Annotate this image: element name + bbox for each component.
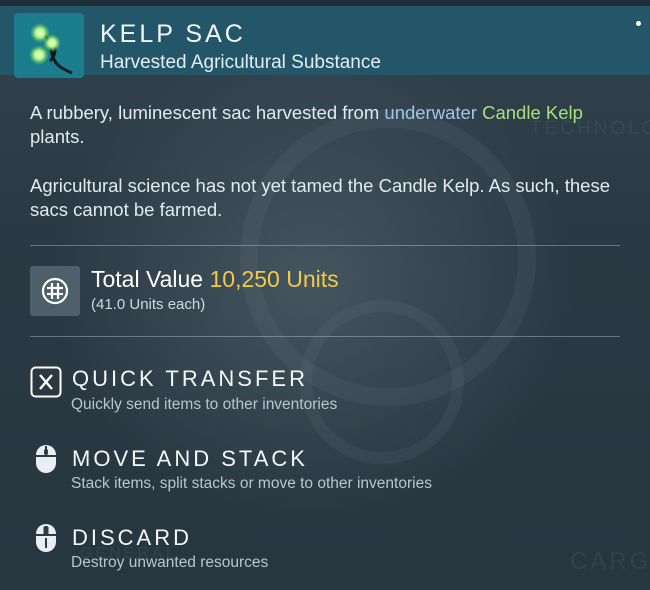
item-description: A rubbery, luminescent sac harvested fro…	[30, 101, 630, 149]
description-text-end: plants.	[30, 126, 85, 147]
description-highlight-candle-kelp: Candle Kelp	[482, 102, 583, 123]
background-ring-small	[300, 300, 464, 464]
description-text: A rubbery, luminescent sac harvested fro…	[30, 102, 385, 123]
total-value: Total Value 10,250 Units	[91, 266, 339, 293]
divider	[30, 336, 620, 337]
mouse-icon	[30, 443, 62, 475]
item-header: KELP SAC Harvested Agricultural Substanc…	[0, 6, 650, 78]
total-value-label: Total Value	[91, 266, 204, 292]
mouse-hold-icon	[30, 522, 62, 554]
background-label-cargo: CARGO	[570, 548, 650, 575]
move-and-stack-description: Stack items, split stacks or move to oth…	[71, 475, 432, 492]
discard-action[interactable]: DISCARD	[72, 525, 192, 551]
units-icon	[30, 266, 80, 316]
item-description-note: Agricultural science has not yet tamed t…	[30, 175, 610, 220]
total-value-amount: 10,250 Units	[209, 266, 339, 292]
kelp-sac-icon	[14, 13, 84, 78]
description-highlight-underwater: underwater	[384, 102, 477, 123]
x-key-icon	[30, 366, 62, 398]
item-category: Harvested Agricultural Substance	[100, 52, 381, 73]
quick-transfer-description: Quickly send items to other inventories	[71, 396, 338, 413]
unit-price: (41.0 Units each)	[91, 296, 206, 313]
quick-transfer-action[interactable]: QUICK TRANSFER	[72, 366, 308, 392]
indicator-dot	[636, 21, 641, 26]
divider	[30, 245, 620, 246]
move-and-stack-action[interactable]: MOVE AND STACK	[72, 446, 308, 472]
discard-description: Destroy unwanted resources	[71, 554, 269, 571]
item-name: KELP SAC	[100, 20, 246, 48]
